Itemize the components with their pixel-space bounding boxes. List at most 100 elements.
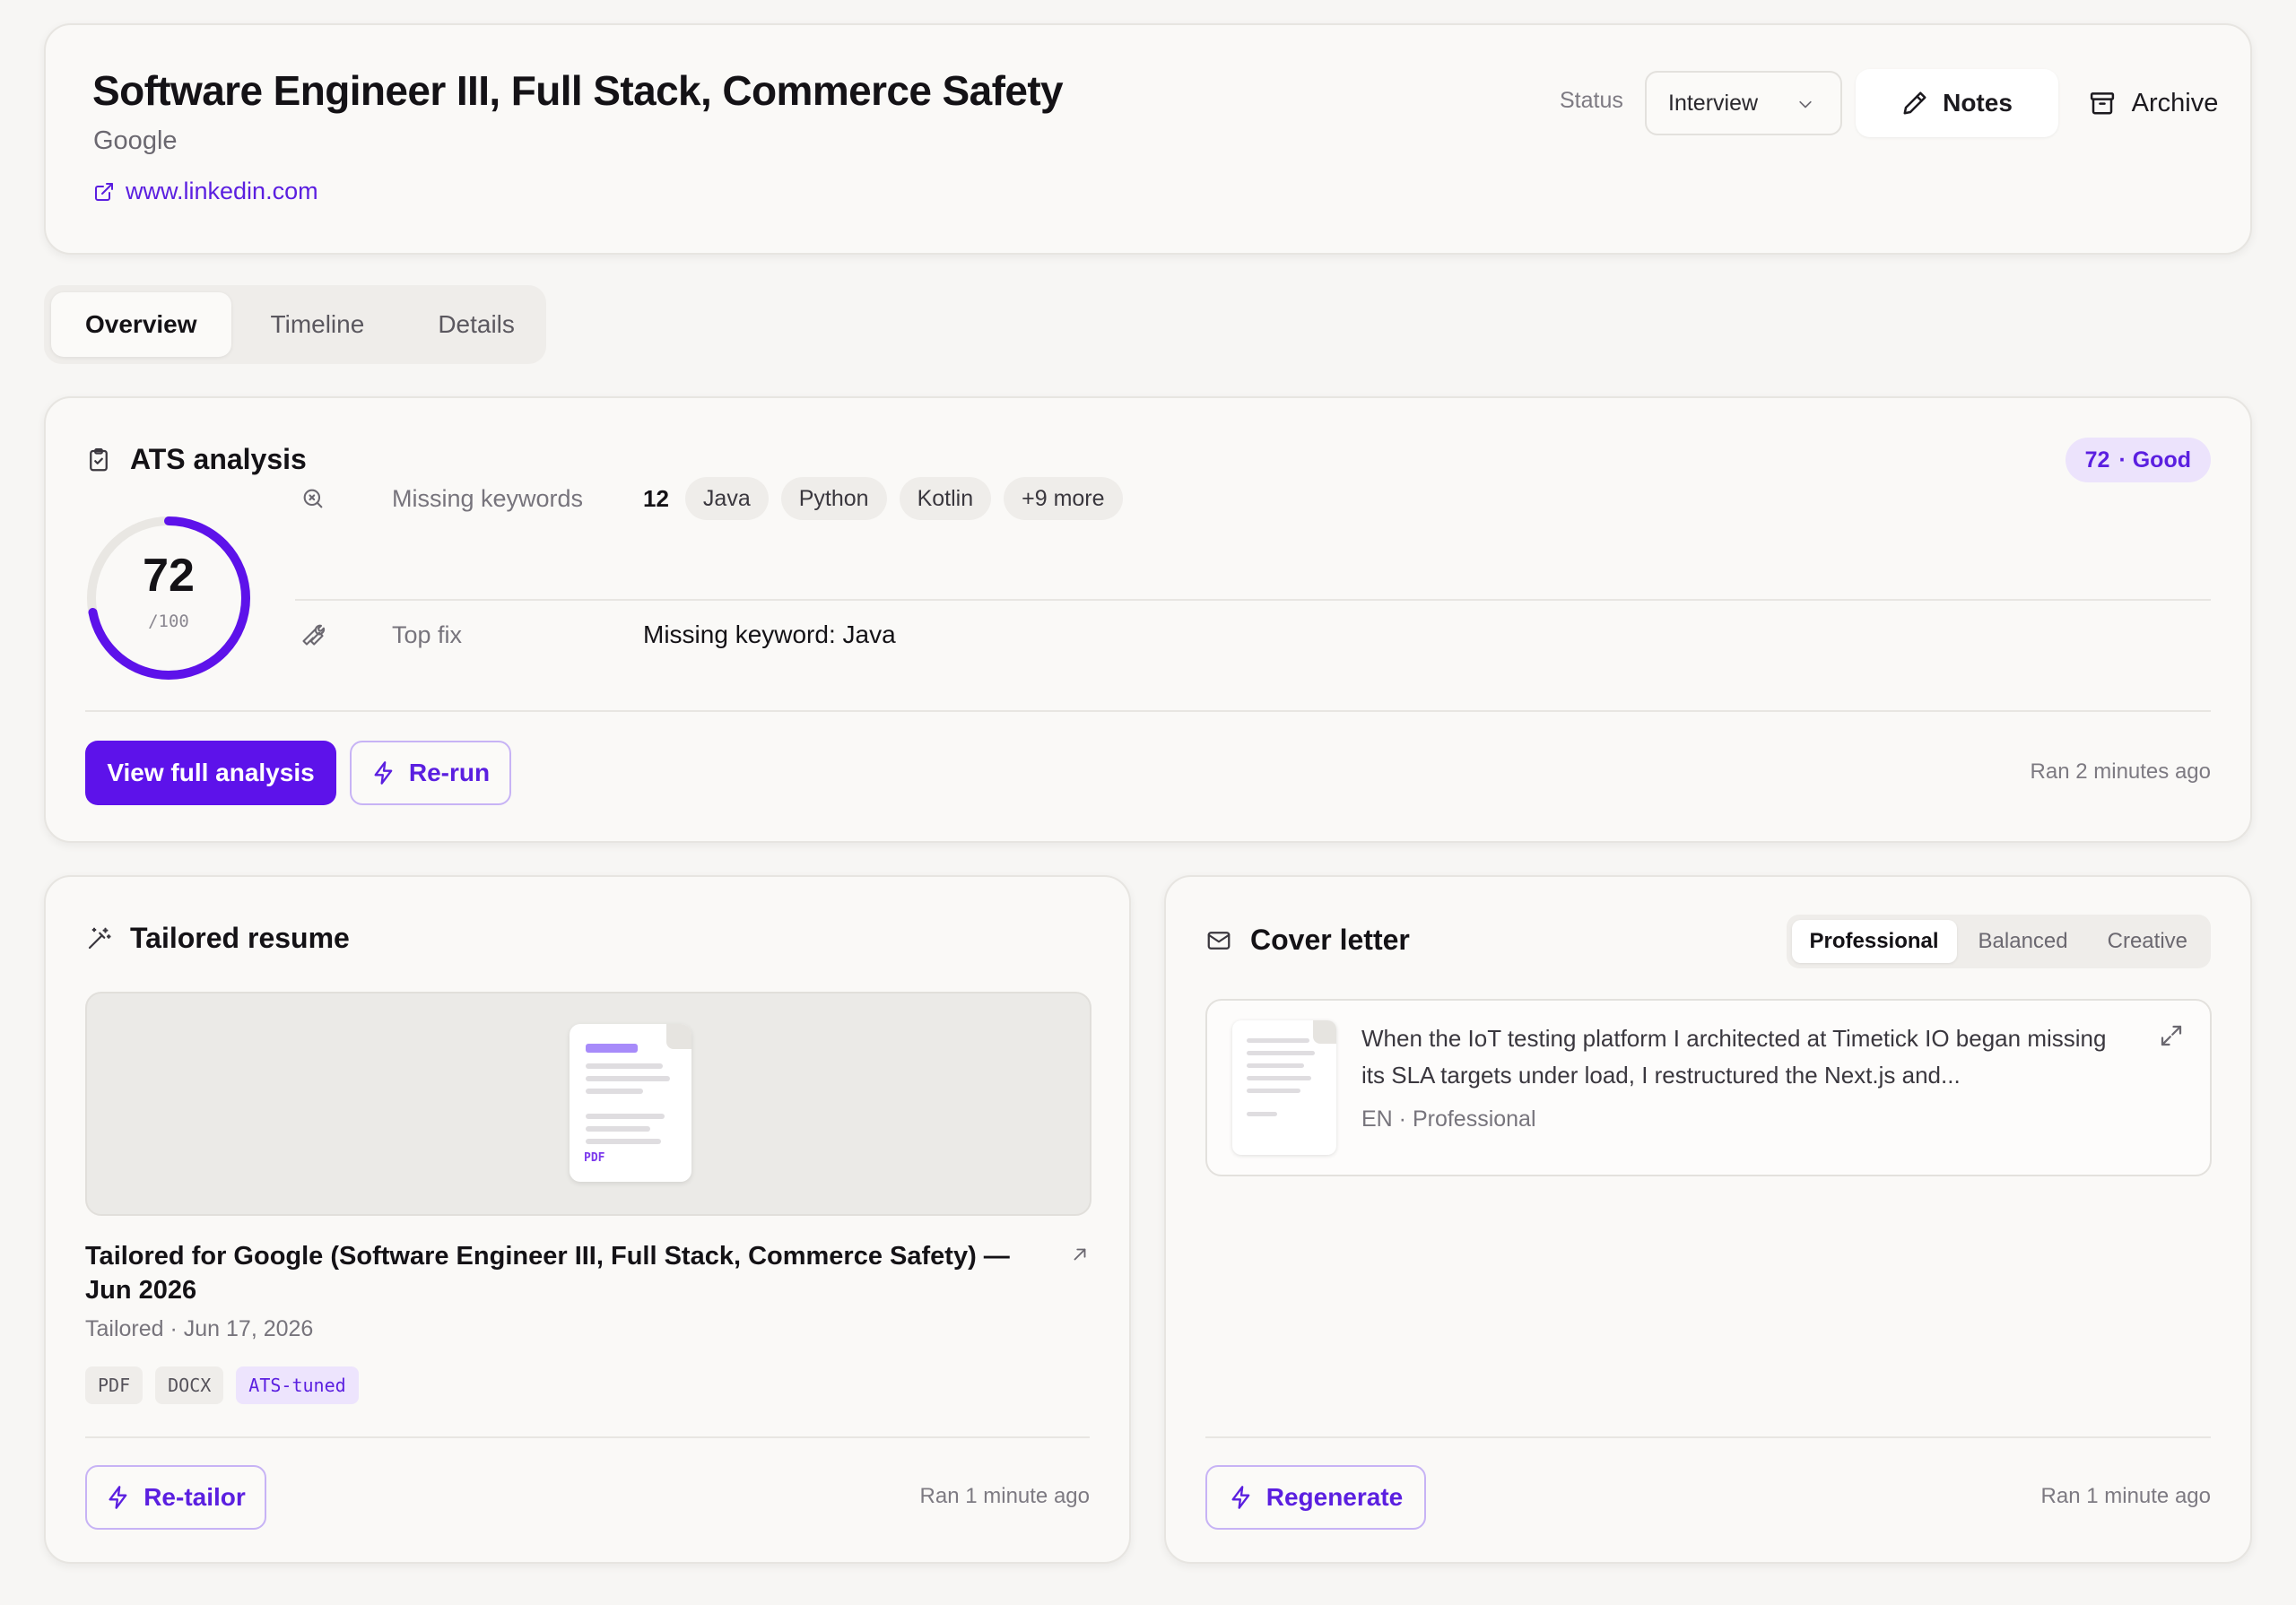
doc-line: [586, 1076, 670, 1081]
divider: [1205, 1436, 2211, 1438]
tone-balanced[interactable]: Balanced: [1961, 920, 2086, 963]
tone-selector: Professional Balanced Creative: [1786, 915, 2211, 968]
cover-letter-meta: EN · Professional: [1361, 1106, 1536, 1132]
resume-meta: Tailored · Jun 17, 2026: [85, 1316, 314, 1341]
arrow-up-right-icon[interactable]: [1070, 1245, 1090, 1264]
resume-tags: PDF DOCX ATS-tuned: [85, 1366, 359, 1404]
divider: [295, 599, 2211, 601]
resume-document-title[interactable]: Tailored for Google (Software Engineer I…: [85, 1239, 1036, 1307]
notes-label: Notes: [1943, 89, 2013, 117]
doc-fold: [1313, 1020, 1336, 1044]
archive-button[interactable]: Archive: [2071, 69, 2236, 137]
ats-ran-time: Ran 2 minutes ago: [2030, 759, 2211, 784]
maximize-icon[interactable]: [2158, 1022, 2185, 1049]
resume-preview[interactable]: PDF: [85, 992, 1091, 1216]
missing-keywords-row: Missing keywords 12 Java Python Kotlin +…: [295, 477, 2214, 520]
tab-details[interactable]: Details: [404, 292, 549, 357]
doc-line: [1247, 1089, 1300, 1093]
doc-line: [586, 1044, 638, 1053]
job-link-text: www.linkedin.com: [126, 178, 318, 204]
tone-professional[interactable]: Professional: [1791, 920, 1957, 963]
resume-ran-time: Ran 1 minute ago: [919, 1484, 1090, 1508]
doc-line: [586, 1063, 663, 1069]
zap-icon: [109, 1486, 127, 1509]
cover-ran-time: Ran 1 minute ago: [2040, 1484, 2211, 1508]
rerun-label: Re-run: [408, 759, 491, 786]
ats-score-badge-value: 72: [2084, 447, 2110, 473]
pdf-label: PDF: [584, 1151, 605, 1165]
ats-analysis-card: ATS analysis 72 · Good 72 /100 Missing k…: [44, 396, 2252, 843]
keyword-chip: Python: [780, 477, 887, 520]
resume-title: Tailored resume: [130, 922, 350, 954]
archive-icon: [2090, 92, 2114, 115]
letter-document-thumbnail: [1232, 1020, 1336, 1155]
top-fix-value: Missing keyword: Java: [643, 620, 896, 648]
regenerate-button[interactable]: Regenerate: [1205, 1465, 1426, 1530]
mail-icon: [1207, 931, 1231, 950]
doc-line: [1247, 1063, 1304, 1068]
pdf-document-thumbnail: PDF: [570, 1024, 691, 1182]
cover-letter-preview[interactable]: When the IoT testing platform I architec…: [1205, 999, 2212, 1176]
regenerate-label: Regenerate: [1265, 1483, 1404, 1511]
divider: [85, 710, 2211, 712]
cover-letter-card: Cover letter Professional Balanced Creat…: [1164, 875, 2252, 1564]
job-posting-link[interactable]: www.linkedin.com: [93, 178, 318, 205]
doc-line: [586, 1139, 661, 1144]
cover-letter-excerpt: When the IoT testing platform I architec…: [1361, 1025, 2107, 1089]
keyword-chip: Java: [684, 477, 769, 520]
cover-title: Cover letter: [1250, 924, 1410, 956]
more-keywords-chip[interactable]: +9 more: [1004, 477, 1123, 520]
keyword-chip: Kotlin: [899, 477, 992, 520]
doc-line: [1247, 1038, 1309, 1043]
ats-score-badge: 72 · Good: [2065, 438, 2211, 482]
status-value: Interview: [1668, 90, 1759, 116]
view-full-analysis-button[interactable]: View full analysis: [85, 741, 336, 805]
tone-creative[interactable]: Creative: [2090, 920, 2205, 963]
top-fix-value-wrap: Missing keyword: Java: [643, 620, 896, 649]
retailor-button[interactable]: Re-tailor: [85, 1465, 266, 1530]
format-tag-docx: DOCX: [155, 1366, 224, 1404]
rerun-button[interactable]: Re-run: [350, 741, 511, 805]
notes-button[interactable]: Notes: [1856, 69, 2058, 137]
doc-line: [586, 1126, 650, 1132]
tailored-resume-card: Tailored resume PDF Tailored for Google …: [44, 875, 1131, 1564]
doc-line: [586, 1114, 665, 1119]
status-select[interactable]: Interview: [1645, 71, 1842, 135]
job-header-card: Software Engineer III, Full Stack, Comme…: [44, 23, 2252, 255]
missing-keywords-value: 12 Java Python Kotlin +9 more: [643, 477, 1123, 520]
cover-heading: Cover letter: [1205, 924, 1410, 957]
wrench-icon: [302, 624, 326, 646]
top-fix-row: Top fix Missing keyword: Java: [295, 613, 2214, 656]
ats-score-max: /100: [148, 612, 189, 631]
archive-label: Archive: [2131, 88, 2219, 117]
doc-line: [1247, 1076, 1311, 1080]
chevron-down-icon: [1799, 100, 1812, 108]
format-tag-pdf: PDF: [85, 1366, 144, 1404]
external-link-icon: [95, 182, 113, 201]
tab-overview[interactable]: Overview: [51, 292, 231, 357]
doc-line: [586, 1089, 643, 1094]
resume-heading: Tailored resume: [85, 922, 350, 955]
tab-bar: Overview Timeline Details: [44, 285, 546, 364]
doc-line: [1247, 1051, 1315, 1055]
missing-keywords-count: 12: [643, 484, 669, 512]
status-label: Status: [1560, 88, 1623, 113]
pencil-icon: [1903, 91, 1926, 115]
tab-timeline[interactable]: Timeline: [237, 292, 399, 357]
top-fix-label: Top fix: [392, 620, 463, 648]
ats-score-badge-rating: · Good: [2118, 447, 2191, 473]
ats-heading: ATS analysis: [85, 443, 307, 476]
ats-score-value: 72: [143, 550, 195, 602]
company-name: Google: [93, 126, 178, 155]
missing-keywords-label: Missing keywords: [392, 484, 584, 512]
zap-icon: [374, 761, 393, 785]
doc-line: [1247, 1112, 1277, 1116]
retailor-label: Re-tailor: [144, 1483, 246, 1511]
magic-wand-icon: [88, 927, 111, 949]
ats-title: ATS analysis: [130, 443, 307, 475]
divider: [85, 1436, 1090, 1438]
doc-fold: [666, 1024, 691, 1049]
job-title: Software Engineer III, Full Stack, Comme…: [92, 67, 1064, 114]
zap-icon: [1231, 1486, 1250, 1509]
search-x-icon: [303, 489, 323, 508]
